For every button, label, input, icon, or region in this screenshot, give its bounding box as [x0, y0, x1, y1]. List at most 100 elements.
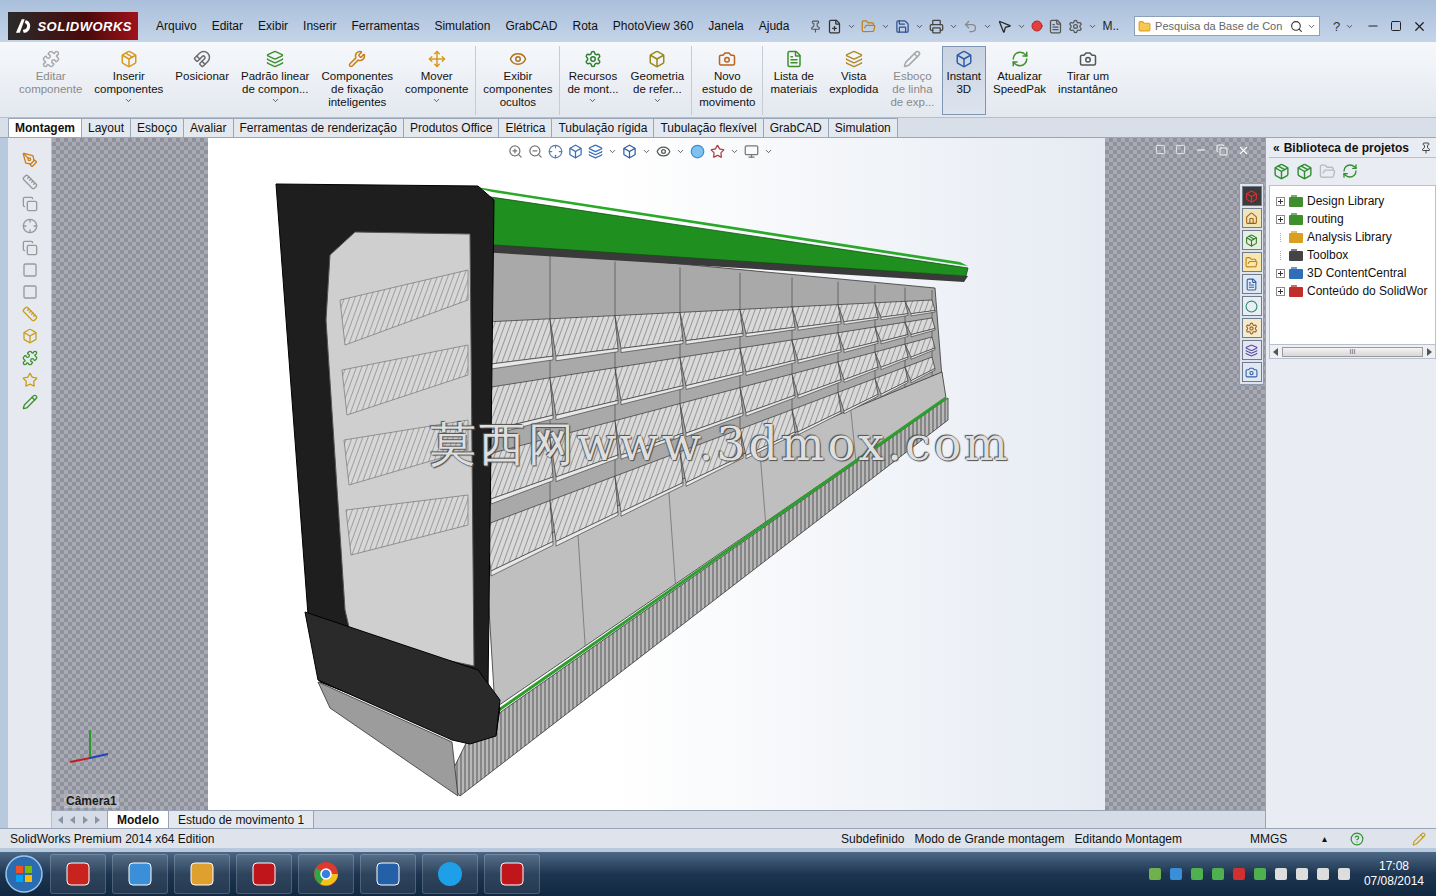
command-tab[interactable]: Tubulação rígida	[551, 118, 654, 137]
tile-left-icon[interactable]	[1155, 144, 1166, 155]
pane-pin-icon[interactable]	[1420, 142, 1432, 154]
tree-item[interactable]: Design Library	[1276, 192, 1435, 210]
taskbar-app[interactable]	[50, 854, 106, 894]
command-tab[interactable]: Esboço	[130, 118, 184, 137]
ribbon-button[interactable]: Componentesde fixaçãointeligentes	[316, 46, 398, 115]
tile-right-icon[interactable]	[1175, 144, 1186, 155]
command-tab[interactable]: Elétrica	[498, 118, 552, 137]
ribbon-button[interactable]: Recursosde mont...	[562, 46, 623, 115]
menu-item[interactable]: Inserir	[303, 19, 336, 33]
tab-nav-arrow-icon[interactable]	[56, 815, 66, 825]
command-dropdown-icon[interactable]	[588, 96, 597, 105]
units-menu-button[interactable]: ▴	[1322, 833, 1350, 844]
section-view-icon[interactable]	[568, 144, 583, 159]
tool-icon[interactable]	[22, 174, 38, 190]
command-tab[interactable]: Simulation	[828, 118, 898, 137]
help-dropdown-icon[interactable]	[1345, 22, 1354, 31]
tree-item[interactable]: 3D ContentCentral	[1276, 264, 1435, 282]
open-icon[interactable]	[861, 19, 876, 34]
scene-dropdown-icon[interactable]	[730, 147, 739, 156]
doc-minimize-icon[interactable]	[1195, 144, 1207, 156]
scroll-thumb[interactable]: III	[1282, 347, 1423, 357]
expand-icon[interactable]	[1276, 269, 1285, 278]
ribbon-button[interactable]: Exibircomponentesocultos	[478, 46, 557, 115]
tab-nav-arrow-icon[interactable]	[92, 815, 102, 825]
taskbar-app[interactable]	[422, 854, 478, 894]
tool-icon[interactable]	[22, 350, 38, 366]
tray-icon[interactable]	[1295, 867, 1309, 881]
tree-item[interactable]: Conteúdo do SolidWor	[1276, 282, 1435, 300]
viewport[interactable]: 莫西网www.3dmox.com	[208, 138, 1105, 810]
search-dropdown-icon[interactable]	[1307, 22, 1316, 31]
tool-icon[interactable]	[22, 152, 38, 168]
view-orientation-dropdown-icon[interactable]	[608, 147, 617, 156]
options-icon[interactable]	[1068, 19, 1083, 34]
tray-icon[interactable]	[1253, 867, 1267, 881]
taskbar-app[interactable]	[174, 854, 230, 894]
units-label[interactable]: MMGS	[1250, 832, 1322, 846]
new-folder-icon[interactable]	[1319, 163, 1336, 180]
appearance-icon[interactable]	[690, 144, 705, 159]
tool-icon[interactable]	[22, 394, 38, 410]
tool-icon[interactable]	[22, 328, 38, 344]
task-pane-tab[interactable]	[1242, 186, 1262, 206]
tree-item[interactable]: Toolbox	[1276, 246, 1435, 264]
command-dropdown-icon[interactable]	[271, 96, 280, 105]
ribbon-button[interactable]: AtualizarSpeedPak	[988, 46, 1051, 115]
expand-icon[interactable]	[1276, 197, 1285, 206]
task-pane-tab[interactable]	[1242, 274, 1262, 294]
command-tab[interactable]: Ferramentas de renderização	[233, 118, 404, 137]
select-icon[interactable]	[997, 19, 1012, 34]
restore-icon[interactable]	[1390, 20, 1402, 32]
display-case-model[interactable]	[208, 138, 1105, 810]
tray-icon[interactable]	[1211, 867, 1225, 881]
tool-icon[interactable]	[22, 196, 38, 212]
command-dropdown-icon[interactable]	[653, 96, 662, 105]
menu-item[interactable]: Editar	[212, 19, 243, 33]
tray-icon[interactable]	[1316, 867, 1330, 881]
doc-restore-icon[interactable]	[1216, 144, 1228, 156]
view-settings-icon[interactable]	[744, 144, 759, 159]
task-pane-tab[interactable]	[1242, 230, 1262, 250]
expand-icon[interactable]	[1276, 215, 1285, 224]
tool-icon[interactable]	[22, 284, 38, 300]
taskbar-app[interactable]	[360, 854, 416, 894]
tool-icon[interactable]	[22, 240, 38, 256]
pin-icon[interactable]	[809, 20, 822, 33]
ribbon-button[interactable]: Novoestudo demovimento	[694, 46, 760, 115]
scroll-left-icon[interactable]	[1272, 348, 1280, 356]
tree-item[interactable]: routing	[1276, 210, 1435, 228]
view-orientation-icon[interactable]	[588, 144, 603, 159]
search-icon[interactable]	[1290, 20, 1303, 33]
tab-nav-arrow-icon[interactable]	[68, 815, 78, 825]
tab-nav-arrow-icon[interactable]	[80, 815, 90, 825]
print-dropdown-icon[interactable]	[949, 22, 958, 31]
save-dropdown-icon[interactable]	[915, 22, 924, 31]
menu-item[interactable]: GrabCAD	[505, 19, 557, 33]
tray-icon[interactable]	[1190, 867, 1204, 881]
model-tab[interactable]: Estudo de movimento 1	[168, 811, 314, 828]
command-tab[interactable]: Produtos Office	[403, 118, 500, 137]
tray-icon[interactable]	[1337, 867, 1351, 881]
tool-icon[interactable]	[22, 306, 38, 322]
view-settings-dropdown-icon[interactable]	[764, 147, 773, 156]
command-tab[interactable]: GrabCAD	[763, 118, 829, 137]
menu-item[interactable]: Janela	[708, 19, 743, 33]
quickbar-label[interactable]: M..	[1102, 19, 1119, 33]
undo-dropdown-icon[interactable]	[983, 22, 992, 31]
command-dropdown-icon[interactable]	[432, 96, 441, 105]
tool-icon[interactable]	[22, 262, 38, 278]
tool-icon[interactable]	[22, 218, 38, 234]
tree-item[interactable]: Analysis Library	[1276, 228, 1435, 246]
zoom-fit-icon[interactable]	[508, 144, 523, 159]
status-help-icon[interactable]	[1350, 832, 1364, 846]
menu-item[interactable]: PhotoView 360	[613, 19, 694, 33]
command-tab[interactable]: Montagem	[8, 118, 82, 137]
undo-icon[interactable]	[963, 19, 978, 34]
app-logo[interactable]: SOLIDWORKS	[8, 12, 138, 40]
select-dropdown-icon[interactable]	[1017, 22, 1026, 31]
tray-icon[interactable]	[1232, 867, 1246, 881]
ribbon-button[interactable]: Vistaexplodida	[824, 46, 883, 115]
hide-show-dropdown-icon[interactable]	[676, 147, 685, 156]
start-button-icon[interactable]	[4, 854, 44, 894]
